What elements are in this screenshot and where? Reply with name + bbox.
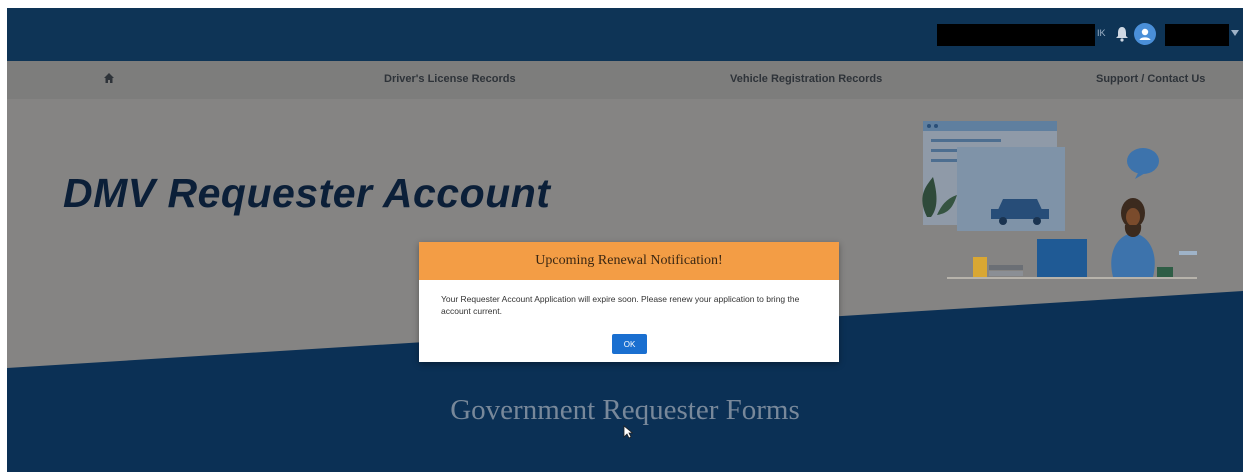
page-title: DMV Requester Account [63,170,551,216]
user-avatar-icon[interactable] [1134,23,1156,45]
renewal-notification-dialog: Upcoming Renewal Notification! Your Requ… [419,242,839,362]
dialog-title: Upcoming Renewal Notification! [535,253,723,268]
ok-button[interactable]: OK [612,334,647,354]
main-nav: Driver's License Records Vehicle Registr… [7,61,1243,99]
app-frame: IK Driver's License Records Vehicle Regi… [7,8,1243,472]
bell-icon[interactable] [1114,25,1130,43]
home-icon[interactable] [103,72,115,84]
dialog-header: Upcoming Renewal Notification! [419,242,839,280]
section-title: Government Requester Forms [450,394,800,426]
nav-link-support-contact[interactable]: Support / Contact Us [1096,73,1205,85]
chevron-down-icon[interactable] [1231,30,1239,36]
redacted-username [937,24,1095,46]
redacted-account-name [1165,24,1229,46]
nav-link-vehicle-registration-records[interactable]: Vehicle Registration Records [730,73,882,85]
mouse-cursor-icon [623,425,633,439]
dialog-message: Your Requester Account Application will … [441,294,800,316]
office-illustration [922,121,1197,279]
nav-link-drivers-license-records[interactable]: Driver's License Records [384,73,516,85]
top-header: IK [7,8,1243,61]
user-initials: IK [1097,28,1106,38]
